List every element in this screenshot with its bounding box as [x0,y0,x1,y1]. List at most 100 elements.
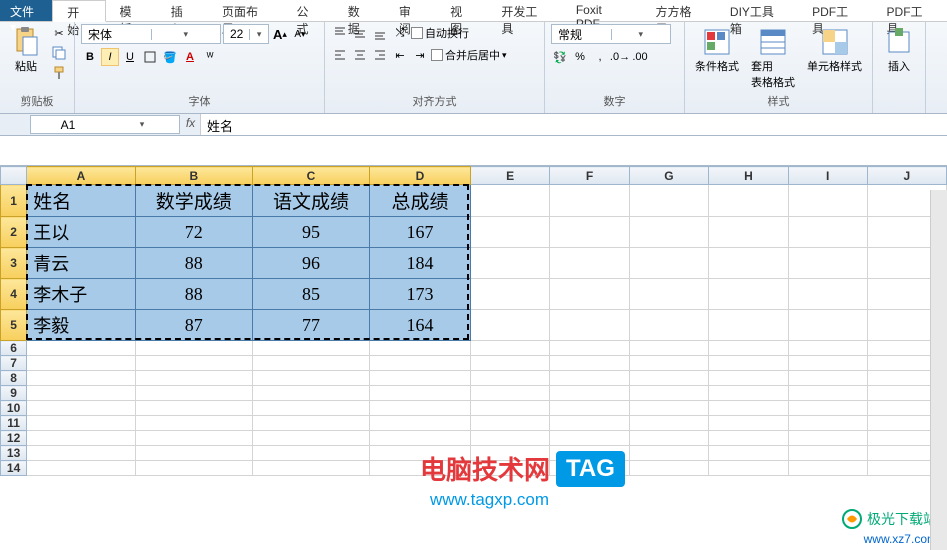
cell-C14[interactable] [252,461,369,476]
tab-review[interactable]: 审阅 [385,0,436,21]
cell-E5[interactable] [470,310,549,341]
cell-I14[interactable] [788,461,867,476]
align-left-button[interactable] [331,46,349,64]
cell-D7[interactable] [370,356,471,371]
cell-H5[interactable] [709,310,789,341]
tab-view[interactable]: 视图 [436,0,487,21]
cell-H2[interactable] [709,217,789,248]
col-header-F[interactable]: F [550,167,629,185]
cell-I8[interactable] [788,371,867,386]
cell-A5[interactable]: 李毅 [27,310,136,341]
col-header-A[interactable]: A [27,167,136,185]
select-all-corner[interactable] [1,167,27,185]
cell-B8[interactable] [135,371,252,386]
chevron-down-icon[interactable]: ▾ [249,29,268,40]
cell-H8[interactable] [709,371,789,386]
row-header-5[interactable]: 5 [1,310,27,341]
cell-G3[interactable] [629,248,709,279]
cell-H1[interactable] [709,185,789,217]
tab-foxit-pdf[interactable]: Foxit PDF [562,0,642,21]
merge-center-toggle[interactable]: 合并后居中 ▾ [431,47,507,63]
chevron-down-icon[interactable]: ▾ [611,29,671,40]
align-right-button[interactable] [371,46,389,64]
cell-A9[interactable] [27,386,136,401]
vertical-scrollbar[interactable] [930,190,947,550]
cell-E3[interactable] [470,248,549,279]
cell-I4[interactable] [788,279,867,310]
cell-G8[interactable] [629,371,709,386]
cut-button[interactable]: ✂ [50,24,68,42]
cell-F14[interactable] [550,461,629,476]
cell-E14[interactable] [470,461,549,476]
cell-G14[interactable] [629,461,709,476]
cell-B11[interactable] [135,416,252,431]
cell-C10[interactable] [252,401,369,416]
cell-E6[interactable] [470,341,549,356]
tab-data[interactable]: 数据 [334,0,385,21]
row-header-3[interactable]: 3 [1,248,27,279]
col-header-D[interactable]: D [370,167,471,185]
row-header-7[interactable]: 7 [1,356,27,371]
tab-file[interactable]: 文件 ▾ [0,0,52,21]
cell-A6[interactable] [27,341,136,356]
row-header-1[interactable]: 1 [1,185,27,217]
percent-button[interactable]: % [571,48,589,66]
cell-C3[interactable]: 96 [252,248,369,279]
cell-D3[interactable]: 184 [370,248,471,279]
tab-diy-tools[interactable]: DIY工具箱 [716,0,798,21]
row-header-6[interactable]: 6 [1,341,27,356]
cell-I7[interactable] [788,356,867,371]
tab-dev-tools[interactable]: 开发工具 [487,0,561,21]
cell-I10[interactable] [788,401,867,416]
tab-pdf-tools-2[interactable]: PDF工具 [873,0,947,21]
cell-E2[interactable] [470,217,549,248]
cell-C7[interactable] [252,356,369,371]
cell-H12[interactable] [709,431,789,446]
cell-A14[interactable] [27,461,136,476]
row-header-8[interactable]: 8 [1,371,27,386]
cell-F7[interactable] [550,356,629,371]
cell-F5[interactable] [550,310,629,341]
cell-D13[interactable] [370,446,471,461]
cell-F11[interactable] [550,416,629,431]
phonetic-button[interactable]: ᵂ [201,48,219,66]
font-color-button[interactable]: A [181,48,199,66]
increase-decimal-button[interactable]: .0→ [611,48,629,66]
col-header-I[interactable]: I [788,167,867,185]
wrap-text-toggle[interactable]: 自动换行 [411,25,469,41]
cell-A3[interactable]: 青云 [27,248,136,279]
cell-I12[interactable] [788,431,867,446]
row-header-12[interactable]: 12 [1,431,27,446]
align-bottom-button[interactable] [371,24,389,42]
cell-styles-button[interactable]: 单元格样式 [803,24,866,76]
cell-C4[interactable]: 85 [252,279,369,310]
cell-D6[interactable] [370,341,471,356]
cell-G1[interactable] [629,185,709,217]
cell-G5[interactable] [629,310,709,341]
cell-E11[interactable] [470,416,549,431]
cell-A12[interactable] [27,431,136,446]
cell-D4[interactable]: 173 [370,279,471,310]
orientation-button[interactable]: ⤭ [391,24,409,42]
cell-C8[interactable] [252,371,369,386]
decrease-decimal-button[interactable]: .00 [631,48,649,66]
cell-G11[interactable] [629,416,709,431]
cell-H7[interactable] [709,356,789,371]
cell-C6[interactable] [252,341,369,356]
formula-input[interactable]: 姓名 [201,114,947,135]
cell-G2[interactable] [629,217,709,248]
cell-H3[interactable] [709,248,789,279]
cell-E4[interactable] [470,279,549,310]
cell-C9[interactable] [252,386,369,401]
cell-B14[interactable] [135,461,252,476]
cell-F9[interactable] [550,386,629,401]
cell-A13[interactable] [27,446,136,461]
row-header-4[interactable]: 4 [1,279,27,310]
cell-C12[interactable] [252,431,369,446]
cell-H11[interactable] [709,416,789,431]
cell-G9[interactable] [629,386,709,401]
cell-C1[interactable]: 语文成绩 [252,185,369,217]
col-header-B[interactable]: B [135,167,252,185]
cell-C13[interactable] [252,446,369,461]
cell-B7[interactable] [135,356,252,371]
